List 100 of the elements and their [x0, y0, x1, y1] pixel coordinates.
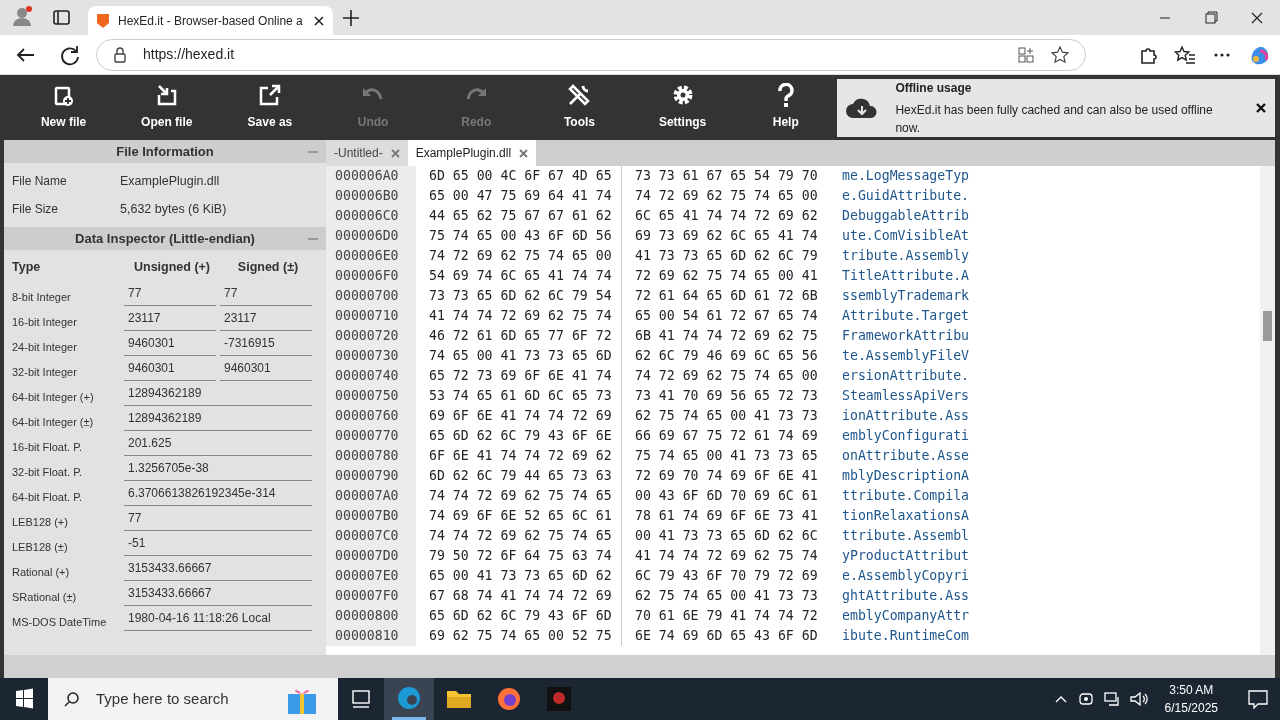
hex-bytes[interactable]: 74 72 69 62 75 74 65 00 [621, 186, 826, 206]
ascii-text[interactable]: mblyDescriptionA [826, 466, 970, 486]
ascii-text[interactable]: emblyConfigurati [826, 426, 970, 446]
hex-bytes[interactable]: 75 74 65 00 43 6F 6D 56 [416, 226, 621, 246]
network-icon[interactable] [1102, 690, 1121, 708]
app-grid-icon[interactable] [1017, 45, 1035, 64]
ascii-text[interactable]: SteamlessApiVers [826, 386, 970, 406]
toolbar-button[interactable]: Save as [218, 75, 322, 140]
ascii-text[interactable]: TitleAttribute.A [826, 266, 970, 286]
hex-bytes[interactable]: 62 6C 79 46 69 6C 65 56 [621, 346, 826, 366]
meet-icon[interactable] [1076, 690, 1095, 708]
value-field[interactable]: 3153433.66667 [124, 581, 312, 606]
hex-bytes[interactable]: 78 61 74 69 6F 6E 73 41 [621, 506, 826, 526]
hex-bytes[interactable]: 62 75 74 65 00 41 73 73 [621, 406, 826, 426]
ascii-text[interactable]: Attribute.Target [826, 306, 970, 326]
hex-bytes[interactable]: 6C 65 41 74 74 72 69 62 [621, 206, 826, 226]
hex-bytes[interactable]: 65 00 47 75 69 64 41 74 [416, 186, 621, 206]
hex-bytes[interactable]: 74 74 72 69 62 75 74 65 [416, 486, 621, 506]
hex-bytes[interactable]: 66 69 67 75 72 61 74 69 [621, 426, 826, 446]
value-field[interactable]: 12894362189 [124, 381, 312, 406]
hex-bytes[interactable]: 46 72 61 6D 65 77 6F 72 [416, 326, 621, 346]
hex-bytes[interactable]: 6C 79 43 6F 70 79 72 69 [621, 566, 826, 586]
hex-bytes[interactable]: 72 69 62 75 74 65 00 41 [621, 266, 826, 286]
taskbar-search[interactable]: Type here to search [48, 678, 338, 720]
ascii-text[interactable]: DebuggableAttrib [826, 206, 970, 226]
hex-bytes[interactable]: 74 72 69 62 75 74 65 00 [621, 366, 826, 386]
hex-bytes[interactable]: 73 73 65 6D 62 6C 79 54 [416, 286, 621, 306]
value-field[interactable]: 23117 [124, 306, 216, 331]
hex-bytes[interactable]: 75 74 65 00 41 73 73 65 [621, 446, 826, 466]
hex-bytes[interactable]: 69 6F 6E 41 74 74 72 69 [416, 406, 621, 426]
toolbar-button[interactable]: Help [734, 75, 838, 140]
value-field[interactable]: 201.625 [124, 431, 312, 456]
hex-bytes[interactable]: 72 61 64 65 6D 61 72 6B [621, 286, 826, 306]
hex-bytes[interactable]: 74 65 00 41 73 73 65 6D [416, 346, 621, 366]
ascii-text[interactable]: ssemblyTrademark [826, 286, 970, 306]
ascii-text[interactable]: te.AssemblyFileV [826, 346, 970, 366]
ascii-text[interactable]: ersionAttribute. [826, 366, 970, 386]
close-icon[interactable] [1255, 101, 1267, 114]
edge-browser-icon[interactable] [384, 678, 434, 720]
hex-bytes[interactable]: 62 75 74 65 00 41 73 73 [621, 586, 826, 606]
ascii-text[interactable]: ttribute.Assembl [826, 526, 970, 546]
ascii-text[interactable]: emblyCompanyAttr [826, 606, 970, 626]
value-field[interactable]: 12894362189 [124, 406, 312, 431]
hex-bytes[interactable]: 67 68 74 41 74 74 72 69 [416, 586, 621, 606]
favorites-icon[interactable] [1174, 44, 1196, 65]
value-field[interactable]: 9460301 [124, 356, 216, 381]
value-field[interactable]: 6.3706613826192345e-314 [124, 481, 312, 506]
hex-bytes[interactable]: 00 43 6F 6D 70 69 6C 61 [621, 486, 826, 506]
hex-bytes[interactable]: 74 72 69 62 75 74 65 00 [416, 246, 621, 266]
hex-bytes[interactable]: 79 50 72 6F 64 75 63 74 [416, 546, 621, 566]
value-field[interactable]: 77 [220, 281, 312, 306]
hex-bytes[interactable]: 41 74 74 72 69 62 75 74 [621, 546, 826, 566]
clock[interactable]: 3:50 AM 6/15/2025 [1156, 681, 1226, 717]
toolbar-button[interactable]: Open file [115, 75, 219, 140]
hex-bytes[interactable]: 44 65 62 75 67 67 61 62 [416, 206, 621, 226]
browser-tab[interactable]: HexEd.it - Browser-based Online a [88, 6, 333, 35]
value-field[interactable]: 9460301 [124, 331, 216, 356]
hex-bytes[interactable]: 65 6D 62 6C 79 43 6F 6D [416, 606, 621, 626]
value-field[interactable]: 9460301 [220, 356, 312, 381]
ascii-text[interactable]: ibute.RuntimeCom [826, 626, 970, 646]
hex-bytes[interactable]: 74 74 72 69 62 75 74 65 [416, 526, 621, 546]
hex-bytes[interactable]: 73 73 61 67 65 54 79 70 [621, 166, 826, 186]
value-field[interactable]: 1.3256705e-38 [124, 456, 312, 481]
hex-bytes[interactable]: 74 69 6F 6E 52 65 6C 61 [416, 506, 621, 526]
hex-bytes[interactable]: 6D 62 6C 79 44 65 73 63 [416, 466, 621, 486]
value-field[interactable]: 23117 [220, 306, 312, 331]
ascii-text[interactable]: ionAttribute.Ass [826, 406, 970, 426]
scrollbar-thumb[interactable] [1263, 311, 1272, 341]
hex-bytes[interactable]: 41 73 73 65 6D 62 6C 79 [621, 246, 826, 266]
ascii-text[interactable]: me.LogMessageTyp [826, 166, 970, 186]
file-tab[interactable]: ExamplePlugin.dll [407, 140, 537, 166]
ascii-text[interactable]: onAttribute.Asse [826, 446, 970, 466]
ascii-text[interactable]: ghtAttribute.Ass [826, 586, 970, 606]
hex-bytes[interactable]: 41 74 74 72 69 62 75 74 [416, 306, 621, 326]
hex-bytes[interactable]: 54 69 74 6C 65 41 74 74 [416, 266, 621, 286]
hex-bytes[interactable]: 65 72 73 69 6F 6E 41 74 [416, 366, 621, 386]
close-icon[interactable] [313, 14, 325, 27]
hex-bytes[interactable]: 65 00 54 61 72 67 65 74 [621, 306, 826, 326]
ascii-text[interactable]: e.GuidAttribute. [826, 186, 970, 206]
hex-bytes[interactable]: 72 69 70 74 69 6F 6E 41 [621, 466, 826, 486]
file-tab[interactable]: -Untitled- [326, 140, 408, 166]
value-field[interactable]: 77 [124, 506, 312, 531]
ascii-text[interactable]: ute.ComVisibleAt [826, 226, 970, 246]
hex-bytes[interactable]: 00 41 73 73 65 6D 62 6C [621, 526, 826, 546]
star-icon[interactable] [1051, 45, 1069, 64]
hex-bytes[interactable]: 70 61 6E 79 41 74 74 72 [621, 606, 826, 626]
hex-bytes[interactable]: 6F 6E 41 74 74 72 69 62 [416, 446, 621, 466]
hex-bytes[interactable]: 65 6D 62 6C 79 43 6F 6E [416, 426, 621, 446]
ascii-text[interactable]: tionRelaxationsA [826, 506, 970, 526]
toolbar-button[interactable]: Settings [631, 75, 735, 140]
ascii-text[interactable]: e.AssemblyCopyri [826, 566, 970, 586]
value-field[interactable]: 3153433.66667 [124, 556, 312, 581]
toolbar-button[interactable]: Tools [527, 75, 632, 140]
ascii-text[interactable]: FrameworkAttribu [826, 326, 970, 346]
hex-bytes[interactable]: 65 00 41 73 73 65 6D 62 [416, 566, 621, 586]
hex-bytes[interactable]: 69 62 75 74 65 00 52 75 [416, 626, 621, 646]
hex-bytes[interactable]: 6D 65 00 4C 6F 67 4D 65 [416, 166, 621, 186]
hex-bytes[interactable]: 6B 41 74 74 72 69 62 75 [621, 326, 826, 346]
ascii-text[interactable]: yProductAttribut [826, 546, 970, 566]
hex-bytes[interactable]: 73 41 70 69 56 65 72 73 [621, 386, 826, 406]
